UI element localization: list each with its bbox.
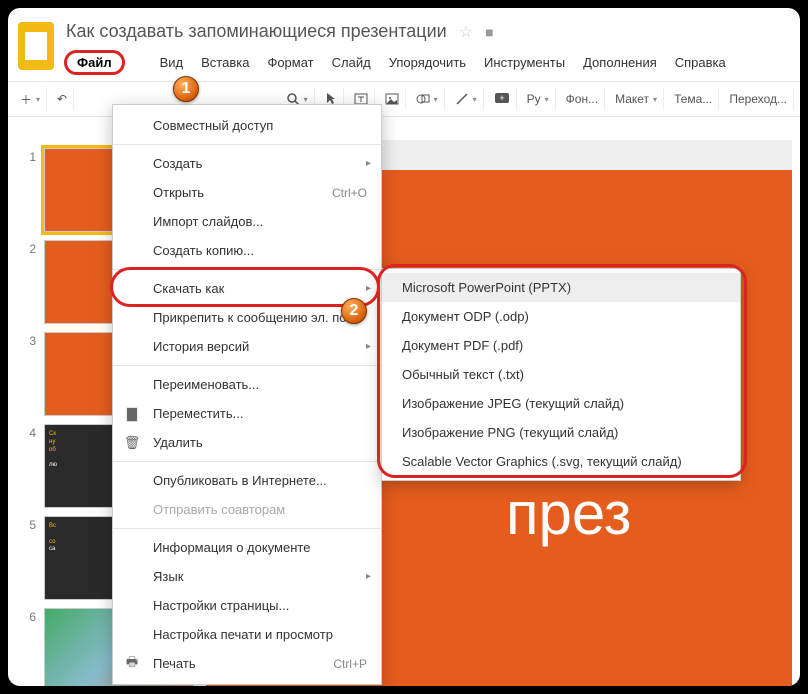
download-odp[interactable]: Документ ODP (.odp) — [382, 302, 740, 331]
menu-doc-info[interactable]: Информация о документе — [113, 533, 381, 562]
download-png[interactable]: Изображение PNG (текущий слайд) — [382, 418, 740, 447]
layout-button[interactable]: Макет▾ — [609, 88, 664, 110]
thumb-number: 3 — [22, 332, 36, 416]
submenu-arrow-icon: ▸ — [366, 283, 371, 294]
slides-logo — [18, 22, 54, 70]
menu-version-history[interactable]: История версий▸ — [113, 332, 381, 361]
menu-print-preview[interactable]: Настройка печати и просмотр — [113, 620, 381, 649]
line-tool[interactable]: ▾ — [449, 88, 484, 110]
submenu-arrow-icon: ▸ — [366, 571, 371, 582]
menu-page-setup[interactable]: Настройки страницы... — [113, 591, 381, 620]
download-svg[interactable]: Scalable Vector Graphics (.svg, текущий … — [382, 447, 740, 476]
menu-format[interactable]: Формат — [258, 51, 322, 74]
theme-button[interactable]: Тема... — [668, 88, 719, 110]
menu-import[interactable]: Импорт слайдов... — [113, 207, 381, 236]
menu-move[interactable]: ▇Переместить... — [113, 399, 381, 428]
transition-button[interactable]: Переход... — [723, 88, 794, 110]
menu-new[interactable]: Создать▸ — [113, 149, 381, 178]
file-menu-dropdown: Совместный доступ Создать▸ ОткрытьCtrl+O… — [112, 104, 382, 685]
submenu-arrow-icon: ▸ — [366, 341, 371, 352]
shape-tool[interactable]: ▾ — [410, 88, 445, 110]
comment-button[interactable]: + — [488, 88, 517, 110]
menu-insert[interactable]: Вставка — [192, 51, 258, 74]
annotation-badge-1: 1 — [173, 76, 199, 102]
submenu-arrow-icon: ▸ — [366, 158, 371, 169]
menu-arrange[interactable]: Упорядочить — [380, 51, 475, 74]
download-pptx[interactable]: Microsoft PowerPoint (PPTX) — [382, 273, 740, 302]
menu-share[interactable]: Совместный доступ — [113, 111, 381, 140]
thumb-number: 6 — [22, 608, 36, 686]
download-as-submenu: Microsoft PowerPoint (PPTX) Документ ODP… — [381, 268, 741, 481]
undo-button[interactable]: ↶ — [51, 88, 74, 110]
menu-publish[interactable]: Опубликовать в Интернете... — [113, 466, 381, 495]
folder-icon[interactable]: ■ — [485, 24, 493, 40]
new-slide-button[interactable]: ＋▾ — [14, 87, 47, 112]
menu-print[interactable]: 🖶ПечатьCtrl+P — [113, 649, 381, 678]
menu-file[interactable]: Файл — [64, 50, 125, 75]
doc-title[interactable]: Как создавать запоминающиеся презентации — [66, 21, 447, 42]
menu-download-as[interactable]: Скачать как▸ — [113, 274, 381, 303]
print-icon: 🖶 — [123, 653, 141, 675]
thumb-number: 2 — [22, 240, 36, 324]
menu-view[interactable]: Вид — [151, 51, 193, 74]
input-tools[interactable]: Ру▾ — [521, 88, 556, 110]
download-pdf[interactable]: Документ PDF (.pdf) — [382, 331, 740, 360]
menu-addons[interactable]: Дополнения — [574, 51, 666, 74]
thumb-number: 1 — [22, 148, 36, 232]
menu-slide[interactable]: Слайд — [323, 51, 380, 74]
download-jpeg[interactable]: Изображение JPEG (текущий слайд) — [382, 389, 740, 418]
menubar: Файл Вид Вставка Формат Слайд Упорядочит… — [64, 50, 790, 75]
menu-help[interactable]: Справка — [666, 51, 735, 74]
download-txt[interactable]: Обычный текст (.txt) — [382, 360, 740, 389]
annotation-badge-2: 2 — [341, 298, 367, 324]
menu-rename[interactable]: Переименовать... — [113, 370, 381, 399]
svg-text:+: + — [499, 93, 504, 103]
folder-icon: ▇ — [123, 406, 141, 422]
menu-tools[interactable]: Инструменты — [475, 51, 574, 74]
thumb-number: 5 — [22, 516, 36, 600]
trash-icon: 🗑 — [123, 435, 141, 451]
image-tool[interactable] — [379, 88, 406, 110]
thumb-number: 4 — [22, 424, 36, 508]
menu-make-copy[interactable]: Создать копию... — [113, 236, 381, 265]
menu-delete[interactable]: 🗑Удалить — [113, 428, 381, 457]
menu-language[interactable]: Язык▸ — [113, 562, 381, 591]
canvas-text: през — [506, 472, 792, 556]
background-button[interactable]: Фон... — [560, 88, 605, 110]
star-icon[interactable]: ☆ — [459, 22, 473, 42]
menu-open[interactable]: ОткрытьCtrl+O — [113, 178, 381, 207]
menu-email-collab: Отправить соавторам — [113, 495, 381, 524]
